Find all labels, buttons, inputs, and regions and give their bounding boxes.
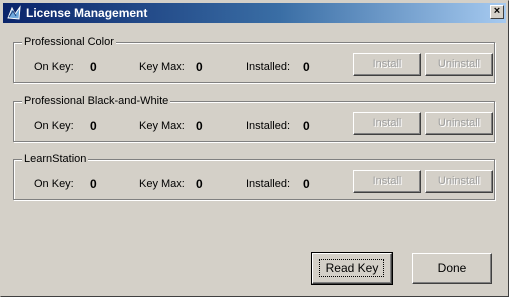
uninstall-button[interactable]: Uninstall	[425, 170, 493, 193]
license-management-window: License Management × Professional Color …	[0, 0, 509, 297]
installed-value: 0	[303, 119, 310, 133]
on-key-label: On Key:	[34, 178, 74, 190]
focus-rectangle	[319, 259, 384, 277]
install-button[interactable]: Install	[353, 112, 421, 135]
title-bar[interactable]: License Management ×	[3, 3, 506, 23]
installed-label: Installed:	[246, 120, 291, 132]
close-icon[interactable]: ×	[490, 5, 504, 19]
app-icon	[6, 5, 22, 21]
group-learnstation: LearnStation On Key: 0 Key Max: 0 Instal…	[13, 152, 495, 200]
group-title: Professional Color	[22, 35, 116, 49]
key-max-label: Key Max:	[139, 178, 185, 190]
installed-label: Installed:	[246, 178, 291, 190]
key-max-value: 0	[196, 60, 203, 74]
group-professional-color: Professional Color On Key: 0 Key Max: 0 …	[13, 35, 495, 83]
on-key-value: 0	[90, 119, 97, 133]
key-max-value: 0	[196, 177, 203, 191]
uninstall-button[interactable]: Uninstall	[425, 112, 493, 135]
key-max-label: Key Max:	[139, 120, 185, 132]
installed-value: 0	[303, 60, 310, 74]
on-key-label: On Key:	[34, 120, 74, 132]
installed-label: Installed:	[246, 61, 291, 73]
key-max-value: 0	[196, 119, 203, 133]
on-key-value: 0	[90, 177, 97, 191]
key-max-label: Key Max:	[139, 61, 185, 73]
group-title: Professional Black-and-White	[22, 94, 171, 108]
installed-value: 0	[303, 177, 310, 191]
group-title: LearnStation	[22, 152, 89, 166]
on-key-label: On Key:	[34, 61, 74, 73]
done-button[interactable]: Done	[412, 253, 492, 284]
group-professional-black-and-white: Professional Black-and-White On Key: 0 K…	[13, 94, 495, 142]
install-button[interactable]: Install	[353, 170, 421, 193]
uninstall-button[interactable]: Uninstall	[425, 53, 493, 76]
install-button[interactable]: Install	[353, 53, 421, 76]
window-title: License Management	[26, 6, 148, 20]
on-key-value: 0	[90, 60, 97, 74]
read-key-button[interactable]: Read Key	[311, 252, 393, 285]
